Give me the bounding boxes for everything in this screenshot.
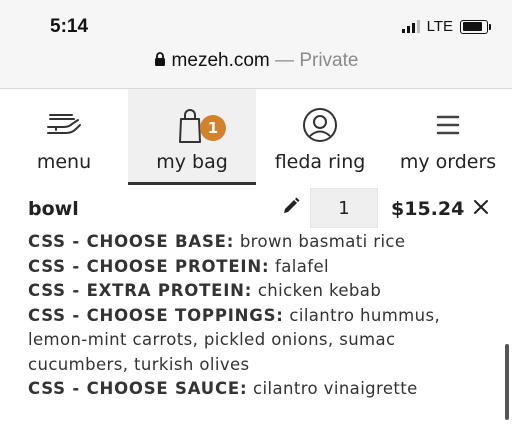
status-time: 5:14 — [50, 16, 89, 37]
battery-icon — [460, 19, 491, 34]
nav-label-my-orders: my orders — [399, 151, 497, 173]
option-value: falafel — [275, 256, 329, 276]
browser-chrome: 5:14 LTE mezeh.com — Private — [0, 0, 512, 89]
nav-item-menu[interactable]: menu — [0, 89, 128, 185]
option-key: CSS - CHOOSE BASE: — [28, 232, 235, 251]
nav-item-my-orders[interactable]: my orders — [384, 89, 512, 185]
option-line: CSS - CHOOSE TOPPINGS: cilantro hummus, … — [28, 304, 492, 378]
main-nav: menu 1 my bag fleda ring my orders — [0, 89, 512, 185]
option-value: chicken kebab — [257, 281, 382, 300]
quantity-field[interactable]: 1 — [310, 188, 378, 228]
pencil-icon[interactable] — [281, 196, 301, 220]
nav-item-my-bag[interactable]: 1 my bag — [128, 89, 256, 185]
private-mode-label: Private — [299, 50, 359, 71]
option-key: CSS - CHOOSE TOPPINGS: — [28, 305, 284, 325]
bag-count-badge: 1 — [200, 115, 226, 141]
shopping-bag-icon — [128, 105, 256, 145]
option-key: CSS - CHOOSE PROTEIN: — [28, 256, 270, 276]
option-key: CSS - CHOOSE SAUCE: — [28, 379, 248, 398]
option-value: brown basmati rice — [239, 232, 406, 251]
status-indicators: LTE — [401, 18, 491, 35]
option-line: CSS - CHOOSE PROTEIN: falafel — [28, 255, 492, 280]
cart-item-price: $15.24 — [391, 198, 465, 220]
url-domain: mezeh.com — [171, 50, 270, 71]
user-circle-icon — [256, 105, 384, 145]
page-scrollbar[interactable] — [505, 344, 509, 420]
nav-label-account: fleda ring — [274, 151, 366, 173]
option-line: CSS - CHOOSE BASE: brown basmati rice — [28, 230, 492, 255]
option-value: cilantro vinaigrette — [253, 379, 418, 398]
option-line: CSS - EXTRA PROTEIN: chicken kebab — [28, 279, 492, 304]
nav-item-account[interactable]: fleda ring — [256, 89, 384, 185]
close-icon[interactable] — [472, 198, 490, 220]
signal-icon — [401, 20, 420, 33]
network-type: LTE — [426, 18, 453, 35]
hand-plate-icon — [0, 105, 128, 145]
nav-label-my-bag: my bag — [156, 151, 228, 173]
address-bar[interactable]: mezeh.com — Private — [0, 50, 512, 73]
nav-label-menu: menu — [36, 151, 92, 173]
option-line: CSS - CHOOSE SAUCE: cilantro vinaigrette — [28, 377, 492, 402]
cart-item-name: bowl — [28, 198, 79, 220]
option-key: CSS - EXTRA PROTEIN: — [28, 281, 253, 300]
lock-icon — [154, 51, 166, 73]
url-separator: — — [269, 50, 300, 71]
list-icon — [384, 105, 512, 145]
item-options: CSS - CHOOSE BASE: brown basmati rice CS… — [28, 230, 492, 402]
